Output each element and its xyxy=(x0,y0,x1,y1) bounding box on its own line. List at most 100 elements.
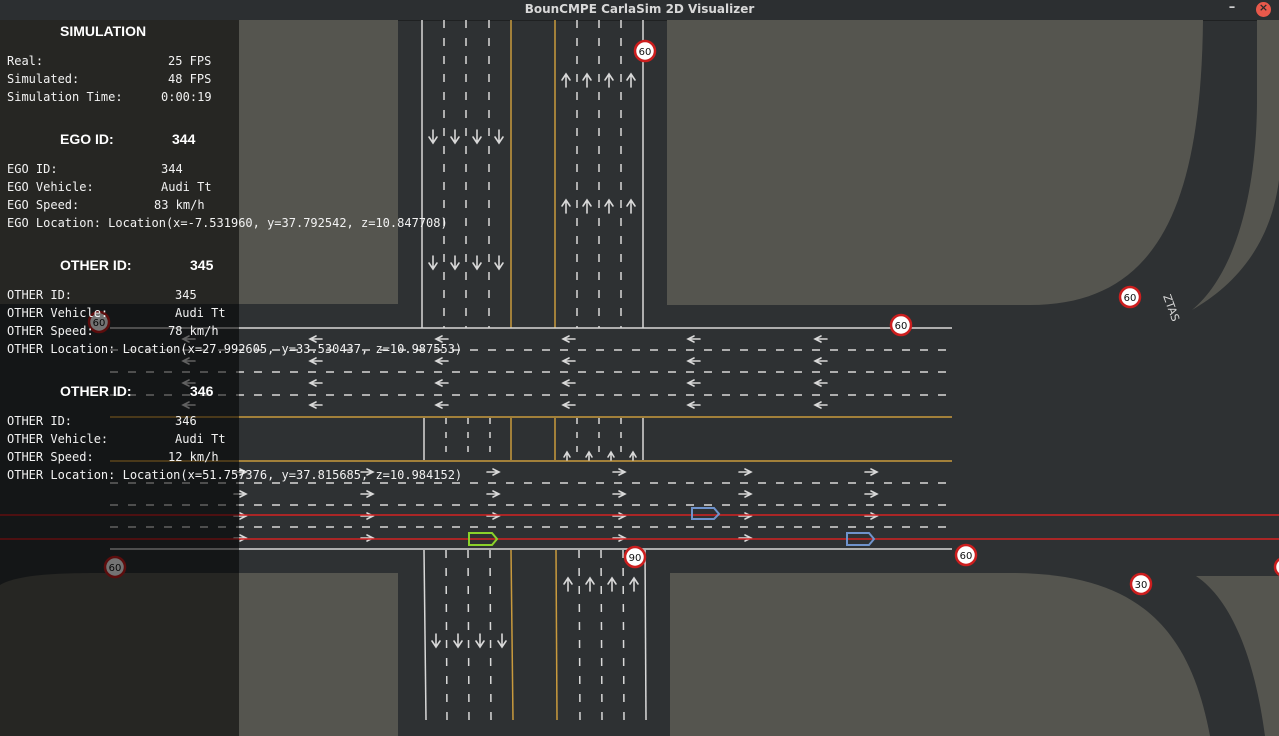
arrow-up-icon xyxy=(582,72,592,88)
speed-sign-value: 90 xyxy=(629,553,642,564)
other-id-label: OTHER ID: xyxy=(7,288,73,302)
ego-speed-label: EGO Speed: xyxy=(7,198,80,212)
lane-center-yellow xyxy=(555,549,558,721)
arrow-right-icon xyxy=(738,512,753,520)
arrow-down-icon xyxy=(431,633,441,649)
close-icon: × xyxy=(1258,1,1269,14)
other-heading: OTHER ID: xyxy=(60,257,132,273)
simulation-time-value: 0:00:19 xyxy=(161,90,212,104)
arrow-right-icon xyxy=(360,534,375,542)
arrow-down-icon xyxy=(428,129,438,145)
other-heading-id: 345 xyxy=(190,257,214,273)
speed-sign: 60 xyxy=(954,543,978,567)
lane-dashed-line xyxy=(489,549,492,721)
real-fps-value: 25 FPS xyxy=(168,54,212,68)
land-block-top-right xyxy=(667,20,1203,305)
other-vehicle-value: Audi Tt xyxy=(175,306,226,320)
arrow-left-icon xyxy=(308,357,323,365)
ego-id-value: 344 xyxy=(161,162,183,176)
arrow-left-icon xyxy=(561,357,576,365)
arrow-left-icon xyxy=(686,357,701,365)
speed-sign-value: 60 xyxy=(639,47,652,58)
arrow-right-icon xyxy=(738,468,753,476)
lane-center-yellow xyxy=(510,549,514,721)
other-speed-label: OTHER Speed: xyxy=(7,324,94,338)
arrow-up-icon xyxy=(607,576,617,592)
arrow-left-icon xyxy=(308,401,323,409)
map-viewport[interactable]: 60 60 60 60 60 60 90 30 ZTAS SIMULATION … xyxy=(0,20,1279,736)
minimize-button[interactable]: – xyxy=(1225,0,1239,20)
other-speed-value: 78 km/h xyxy=(168,324,219,338)
arrow-up-icon xyxy=(582,198,592,214)
lane-edge-line xyxy=(423,549,427,721)
arrow-left-icon xyxy=(813,357,828,365)
arrow-right-icon xyxy=(864,468,879,476)
simulation-heading: SIMULATION xyxy=(60,23,147,39)
arrow-left-icon xyxy=(813,335,828,343)
arrow-left-icon xyxy=(434,357,449,365)
speed-sign-partial xyxy=(1273,558,1279,576)
window-title: BounCMPE CarlaSim 2D Visualizer xyxy=(524,2,755,16)
simulated-fps-label: Simulated: xyxy=(7,72,80,86)
close-button[interactable]: × xyxy=(1256,1,1271,17)
arrow-down-icon xyxy=(494,255,504,271)
arrow-down-icon xyxy=(475,633,485,649)
arrow-left-icon xyxy=(561,379,576,387)
arrow-right-icon xyxy=(486,490,501,498)
real-fps-label: Real: xyxy=(7,54,44,68)
speed-sign-value: 60 xyxy=(960,551,973,562)
ego-heading: EGO ID: xyxy=(60,131,114,147)
arrow-left-icon xyxy=(561,335,576,343)
arrow-right-icon xyxy=(612,490,627,498)
other-location: OTHER Location: Location(x=27.992605, y=… xyxy=(7,342,463,356)
arrow-right-icon xyxy=(612,534,627,542)
lane-dashed-line xyxy=(467,549,470,721)
arrow-right-icon xyxy=(486,468,501,476)
arrow-left-icon xyxy=(813,401,828,409)
arrow-left-icon xyxy=(434,401,449,409)
speed-sign: 90 xyxy=(623,545,647,569)
arrow-left-icon xyxy=(561,401,576,409)
arrow-down-icon xyxy=(472,255,482,271)
arrow-up-icon xyxy=(626,198,636,214)
simulated-fps-value: 48 FPS xyxy=(168,72,212,86)
arrow-up-icon xyxy=(604,72,614,88)
other-id-value: 345 xyxy=(175,288,197,302)
arrow-up-icon xyxy=(561,198,571,214)
arrow-left-icon xyxy=(686,379,701,387)
arrow-up-icon xyxy=(629,450,637,461)
arrow-down-icon xyxy=(450,255,460,271)
other-heading-id: 346 xyxy=(190,383,214,399)
arrow-up-icon xyxy=(626,72,636,88)
speed-sign: 30 xyxy=(1129,572,1153,596)
ego-location: EGO Location: Location(x=-7.531960, y=37… xyxy=(7,216,448,230)
land-block-far-right xyxy=(1192,20,1279,310)
speed-sign-value: 60 xyxy=(1124,293,1137,304)
other-id-label: OTHER ID: xyxy=(7,414,73,428)
arrow-up-icon xyxy=(629,576,639,592)
arrow-right-icon xyxy=(864,490,879,498)
other-vehicle-label: OTHER Vehicle: xyxy=(7,432,109,446)
arrow-up-icon xyxy=(563,576,573,592)
arrow-up-icon xyxy=(607,450,615,461)
arrow-down-icon xyxy=(450,129,460,145)
arrow-left-icon xyxy=(813,379,828,387)
arrow-down-icon xyxy=(472,129,482,145)
lane-dashed-line xyxy=(622,549,625,721)
arrow-left-icon xyxy=(434,379,449,387)
lane-dashed-line xyxy=(445,549,448,721)
arrow-left-icon xyxy=(686,335,701,343)
arrow-left-icon xyxy=(686,401,701,409)
ego-speed-value: 83 km/h xyxy=(154,198,205,212)
other-location: OTHER Location: Location(x=51.757376, y=… xyxy=(7,468,463,482)
ego-vehicle-value: Audi Tt xyxy=(161,180,212,194)
arrow-right-icon xyxy=(360,512,375,520)
speed-sign: 60 xyxy=(1118,285,1142,309)
arrow-right-icon xyxy=(360,490,375,498)
other-id-value: 346 xyxy=(175,414,197,428)
ego-id-label: EGO ID: xyxy=(7,162,58,176)
title-bar: BounCMPE CarlaSim 2D Visualizer – × xyxy=(0,0,1279,21)
other-vehicle xyxy=(691,507,721,520)
other-speed-value: 12 km/h xyxy=(168,450,219,464)
ego-vehicle-label: EGO Vehicle: xyxy=(7,180,94,194)
